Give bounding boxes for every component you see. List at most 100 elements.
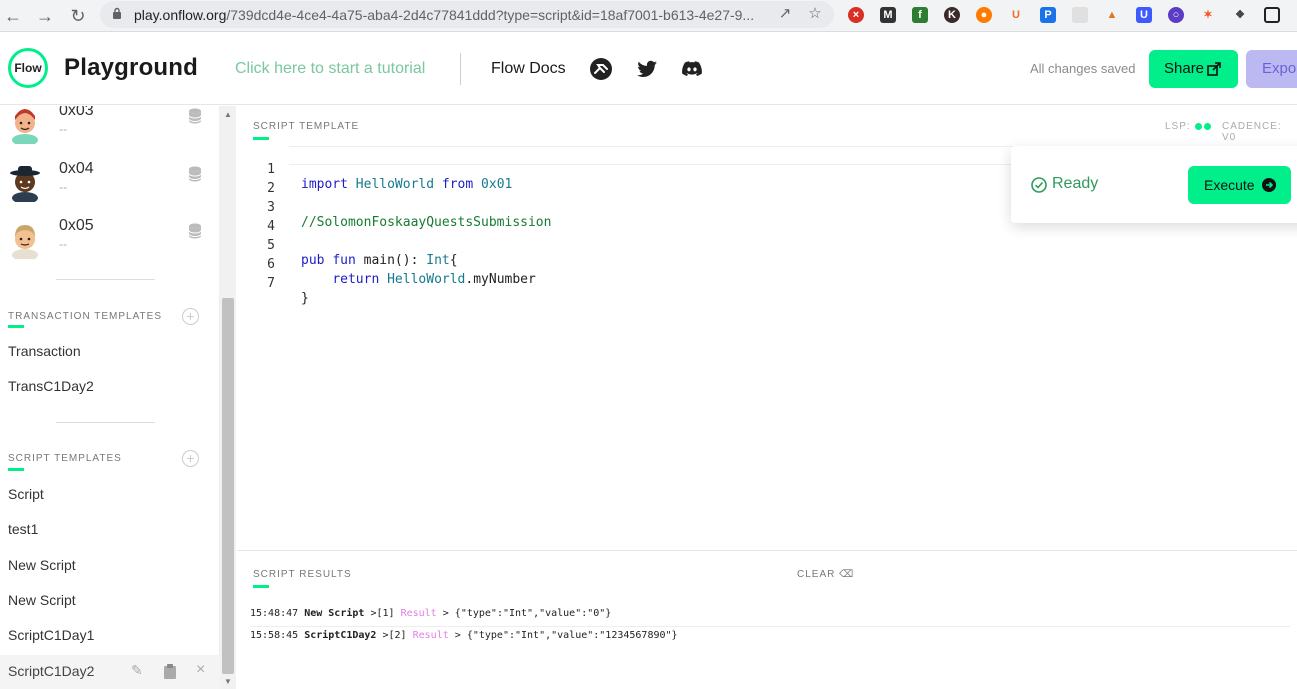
extension-star-icon[interactable]: ✶ bbox=[1200, 7, 1216, 23]
results-title: SCRIPT RESULTS bbox=[253, 569, 352, 580]
database-icon[interactable] bbox=[188, 108, 202, 124]
database-icon[interactable] bbox=[188, 166, 202, 182]
account-item[interactable]: 0x05 -- bbox=[0, 215, 219, 271]
extension-1-icon[interactable]: × bbox=[848, 7, 864, 23]
extension-u2-icon[interactable]: U bbox=[1136, 7, 1152, 23]
scrollbar-thumb[interactable] bbox=[222, 298, 234, 674]
lock-icon bbox=[113, 7, 121, 19]
execute-button[interactable]: Execute bbox=[1188, 166, 1291, 204]
header-divider bbox=[460, 53, 461, 85]
database-icon[interactable] bbox=[188, 223, 202, 239]
scroll-down-icon[interactable]: ▼ bbox=[224, 677, 232, 686]
sidebar-divider bbox=[56, 422, 155, 423]
extension-u-icon[interactable]: U bbox=[1008, 7, 1024, 23]
script-template-item[interactable]: Script bbox=[8, 486, 44, 502]
clipboard-icon[interactable] bbox=[164, 664, 176, 679]
section-accent bbox=[253, 585, 269, 588]
script-template-item[interactable]: New Script bbox=[8, 592, 76, 608]
extension-reddit-icon[interactable]: ● bbox=[976, 7, 992, 23]
script-template-item-selected[interactable]: ScriptC1Day2 ✎ × bbox=[0, 655, 220, 689]
extension-f-icon[interactable]: f bbox=[912, 7, 928, 23]
result-entry: 15:58:45 ScriptC1Day2 >[2] Result > {"ty… bbox=[250, 630, 678, 641]
bookmark-star-icon[interactable]: ☆ bbox=[806, 5, 824, 23]
flow-logo[interactable]: Flow bbox=[8, 48, 48, 88]
result-kind: Result bbox=[400, 608, 437, 619]
sidebar-divider bbox=[56, 279, 155, 280]
results-panel: SCRIPT RESULTS CLEAR ⌫ 15:48:47 New Scri… bbox=[237, 550, 1297, 689]
extension-m-icon[interactable]: M bbox=[880, 7, 896, 23]
clear-button[interactable]: CLEAR ⌫ bbox=[797, 569, 854, 580]
check-circle-icon bbox=[1031, 177, 1047, 193]
twitter-icon[interactable] bbox=[635, 57, 659, 81]
forum-icon[interactable] bbox=[589, 57, 613, 81]
add-script-button[interactable]: + bbox=[182, 450, 199, 467]
script-templates-heading: SCRIPT TEMPLATES bbox=[8, 453, 122, 464]
url-host: play.onflow.org bbox=[134, 7, 227, 23]
share-icon bbox=[1207, 62, 1221, 76]
code-line[interactable]: //SolomonFoskaayQuestsSubmission bbox=[301, 215, 551, 230]
result-time: 15:58:45 bbox=[250, 630, 299, 641]
account-item[interactable]: 0x03 -- bbox=[0, 106, 219, 156]
code-line[interactable]: return HelloWorld.myNumber bbox=[301, 272, 536, 287]
share-label: Share bbox=[1164, 60, 1205, 77]
code-line[interactable]: import HelloWorld from 0x01 bbox=[301, 177, 512, 192]
export-button[interactable]: Expor bbox=[1246, 50, 1297, 88]
code-line[interactable]: pub fun main(): Int{ bbox=[301, 253, 458, 268]
account-item[interactable]: 0x04 -- bbox=[0, 158, 219, 214]
extensions-puzzle-icon[interactable]: ❖ bbox=[1232, 7, 1248, 23]
metamask-icon[interactable]: ▲ bbox=[1104, 7, 1120, 23]
extension-p-icon[interactable]: P bbox=[1040, 7, 1056, 23]
script-template-item[interactable]: New Script bbox=[8, 557, 76, 573]
script-template-item[interactable]: ScriptC1Day1 bbox=[8, 627, 94, 643]
app-header: Flow Playground Click here to start a tu… bbox=[0, 33, 1297, 105]
lsp-dot-icon bbox=[1195, 123, 1202, 130]
cadence-version: CADENCE: V0 bbox=[1222, 121, 1282, 143]
extension-circle-icon[interactable]: ○ bbox=[1168, 7, 1184, 23]
account-subtitle: -- bbox=[59, 122, 67, 136]
transaction-templates-heading: TRANSACTION TEMPLATES bbox=[8, 311, 162, 322]
edit-icon[interactable]: ✎ bbox=[131, 662, 143, 679]
section-accent bbox=[8, 468, 24, 471]
avatar-icon bbox=[10, 166, 40, 202]
transaction-template-item[interactable]: Transaction bbox=[8, 343, 81, 359]
share-button[interactable]: Share bbox=[1149, 50, 1238, 88]
arrow-right-circle-icon bbox=[1262, 178, 1276, 192]
execute-label: Execute bbox=[1204, 177, 1255, 193]
script-template-item[interactable]: test1 bbox=[8, 521, 38, 537]
avatar-icon bbox=[12, 109, 38, 144]
active-line-highlight bbox=[289, 146, 1069, 165]
delete-icon[interactable]: × bbox=[196, 661, 205, 679]
result-entry: 15:48:47 New Script >[1] Result > {"type… bbox=[250, 608, 611, 619]
extension-k-icon[interactable]: K bbox=[944, 7, 960, 23]
result-kind: Result bbox=[412, 630, 449, 641]
transaction-template-item[interactable]: TransC1Day2 bbox=[8, 378, 94, 394]
share-page-icon[interactable]: ↗ bbox=[776, 5, 794, 23]
extension-blank-icon[interactable] bbox=[1072, 7, 1088, 23]
forward-icon[interactable]: → bbox=[34, 5, 56, 27]
back-icon[interactable]: ← bbox=[2, 5, 24, 27]
browser-toolbar: ← → ↻ play.onflow.org/739dcd4e-4ce4-4a75… bbox=[0, 0, 1297, 32]
scroll-up-icon[interactable]: ▲ bbox=[224, 110, 232, 119]
account-subtitle: -- bbox=[59, 237, 67, 251]
flow-docs-link[interactable]: Flow Docs bbox=[491, 60, 566, 78]
eraser-icon: ⌫ bbox=[839, 569, 855, 580]
tutorial-link[interactable]: Click here to start a tutorial bbox=[235, 60, 425, 78]
result-time: 15:48:47 bbox=[250, 608, 299, 619]
line-number: 7 bbox=[267, 276, 275, 291]
reload-icon[interactable]: ↻ bbox=[67, 5, 89, 27]
account-address: 0x03 bbox=[59, 106, 94, 119]
discord-icon[interactable] bbox=[680, 57, 704, 81]
result-script-name: New Script bbox=[304, 608, 365, 619]
code-line[interactable]: } bbox=[301, 291, 309, 306]
result-divider bbox=[250, 626, 1290, 627]
address-bar[interactable]: play.onflow.org/739dcd4e-4ce4-4a75-aba4-… bbox=[100, 1, 834, 28]
page-title: Playground bbox=[64, 54, 199, 81]
result-value: {"type":"Int","value":"1234567890"} bbox=[466, 630, 678, 641]
window-icon[interactable] bbox=[1264, 7, 1280, 23]
clear-label: CLEAR bbox=[797, 569, 836, 580]
selected-template-label: ScriptC1Day2 bbox=[8, 663, 95, 679]
avatar-icon bbox=[12, 225, 38, 259]
sidebar: 0x03 -- 0x04 -- 0x05 -- TRANSACTION TEMP… bbox=[0, 106, 220, 689]
url-path: /739dcd4e-4ce4-4a75-aba4-2d4c77841ddd?ty… bbox=[226, 7, 755, 23]
add-transaction-button[interactable]: + bbox=[182, 308, 199, 325]
